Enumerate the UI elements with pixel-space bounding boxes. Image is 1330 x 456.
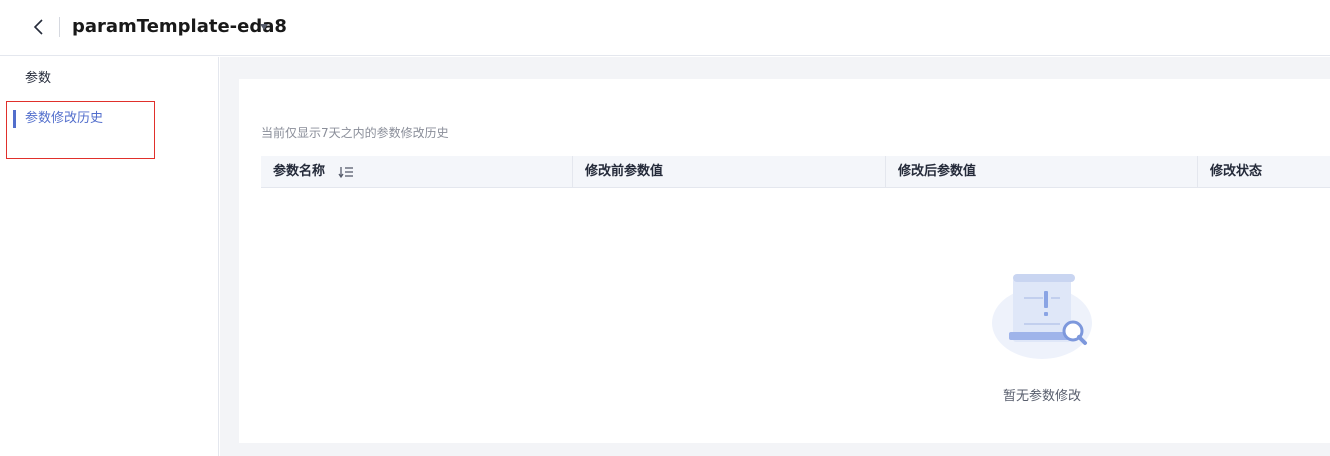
column-header-label: 参数名称	[273, 164, 326, 179]
column-header-value-after: 修改后参数值	[898, 156, 976, 187]
page-header: paramTemplate-eda8	[0, 0, 1330, 56]
column-header-label: 修改前参数值	[585, 164, 664, 179]
column-header-label: 修改后参数值	[898, 164, 977, 179]
column-header-label: 修改状态	[1210, 164, 1263, 179]
table-header: 参数名称 修改前参数值 修改后参数值 修改状态	[261, 156, 1330, 188]
header-divider	[59, 17, 60, 37]
sidebar-item-label: 参数修改历史	[25, 111, 104, 126]
history-hint-text: 当前仅显示7天之内的参数修改历史	[261, 126, 449, 140]
column-header-status: 修改状态	[1210, 156, 1262, 187]
caret-down-icon[interactable]	[259, 23, 269, 31]
sidebar-item-parameter-history[interactable]: 参数修改历史	[0, 107, 218, 131]
column-divider	[572, 156, 573, 187]
sort-icon[interactable]	[338, 165, 354, 179]
sidebar-item-label: 参数	[25, 71, 52, 86]
column-header-param-name: 参数名称	[273, 156, 325, 187]
column-header-value-before: 修改前参数值	[585, 156, 663, 187]
empty-state-text: 暂无参数修改	[1003, 389, 1082, 404]
active-indicator	[13, 110, 16, 128]
empty-state-icon	[992, 274, 1092, 359]
page-title: paramTemplate-eda8	[72, 16, 287, 37]
column-divider	[885, 156, 886, 187]
column-divider	[1197, 156, 1198, 187]
sidebar-item-parameters[interactable]: 参数	[0, 67, 218, 91]
sidebar: 参数 参数修改历史	[0, 57, 219, 456]
back-arrow-icon[interactable]	[31, 17, 47, 37]
